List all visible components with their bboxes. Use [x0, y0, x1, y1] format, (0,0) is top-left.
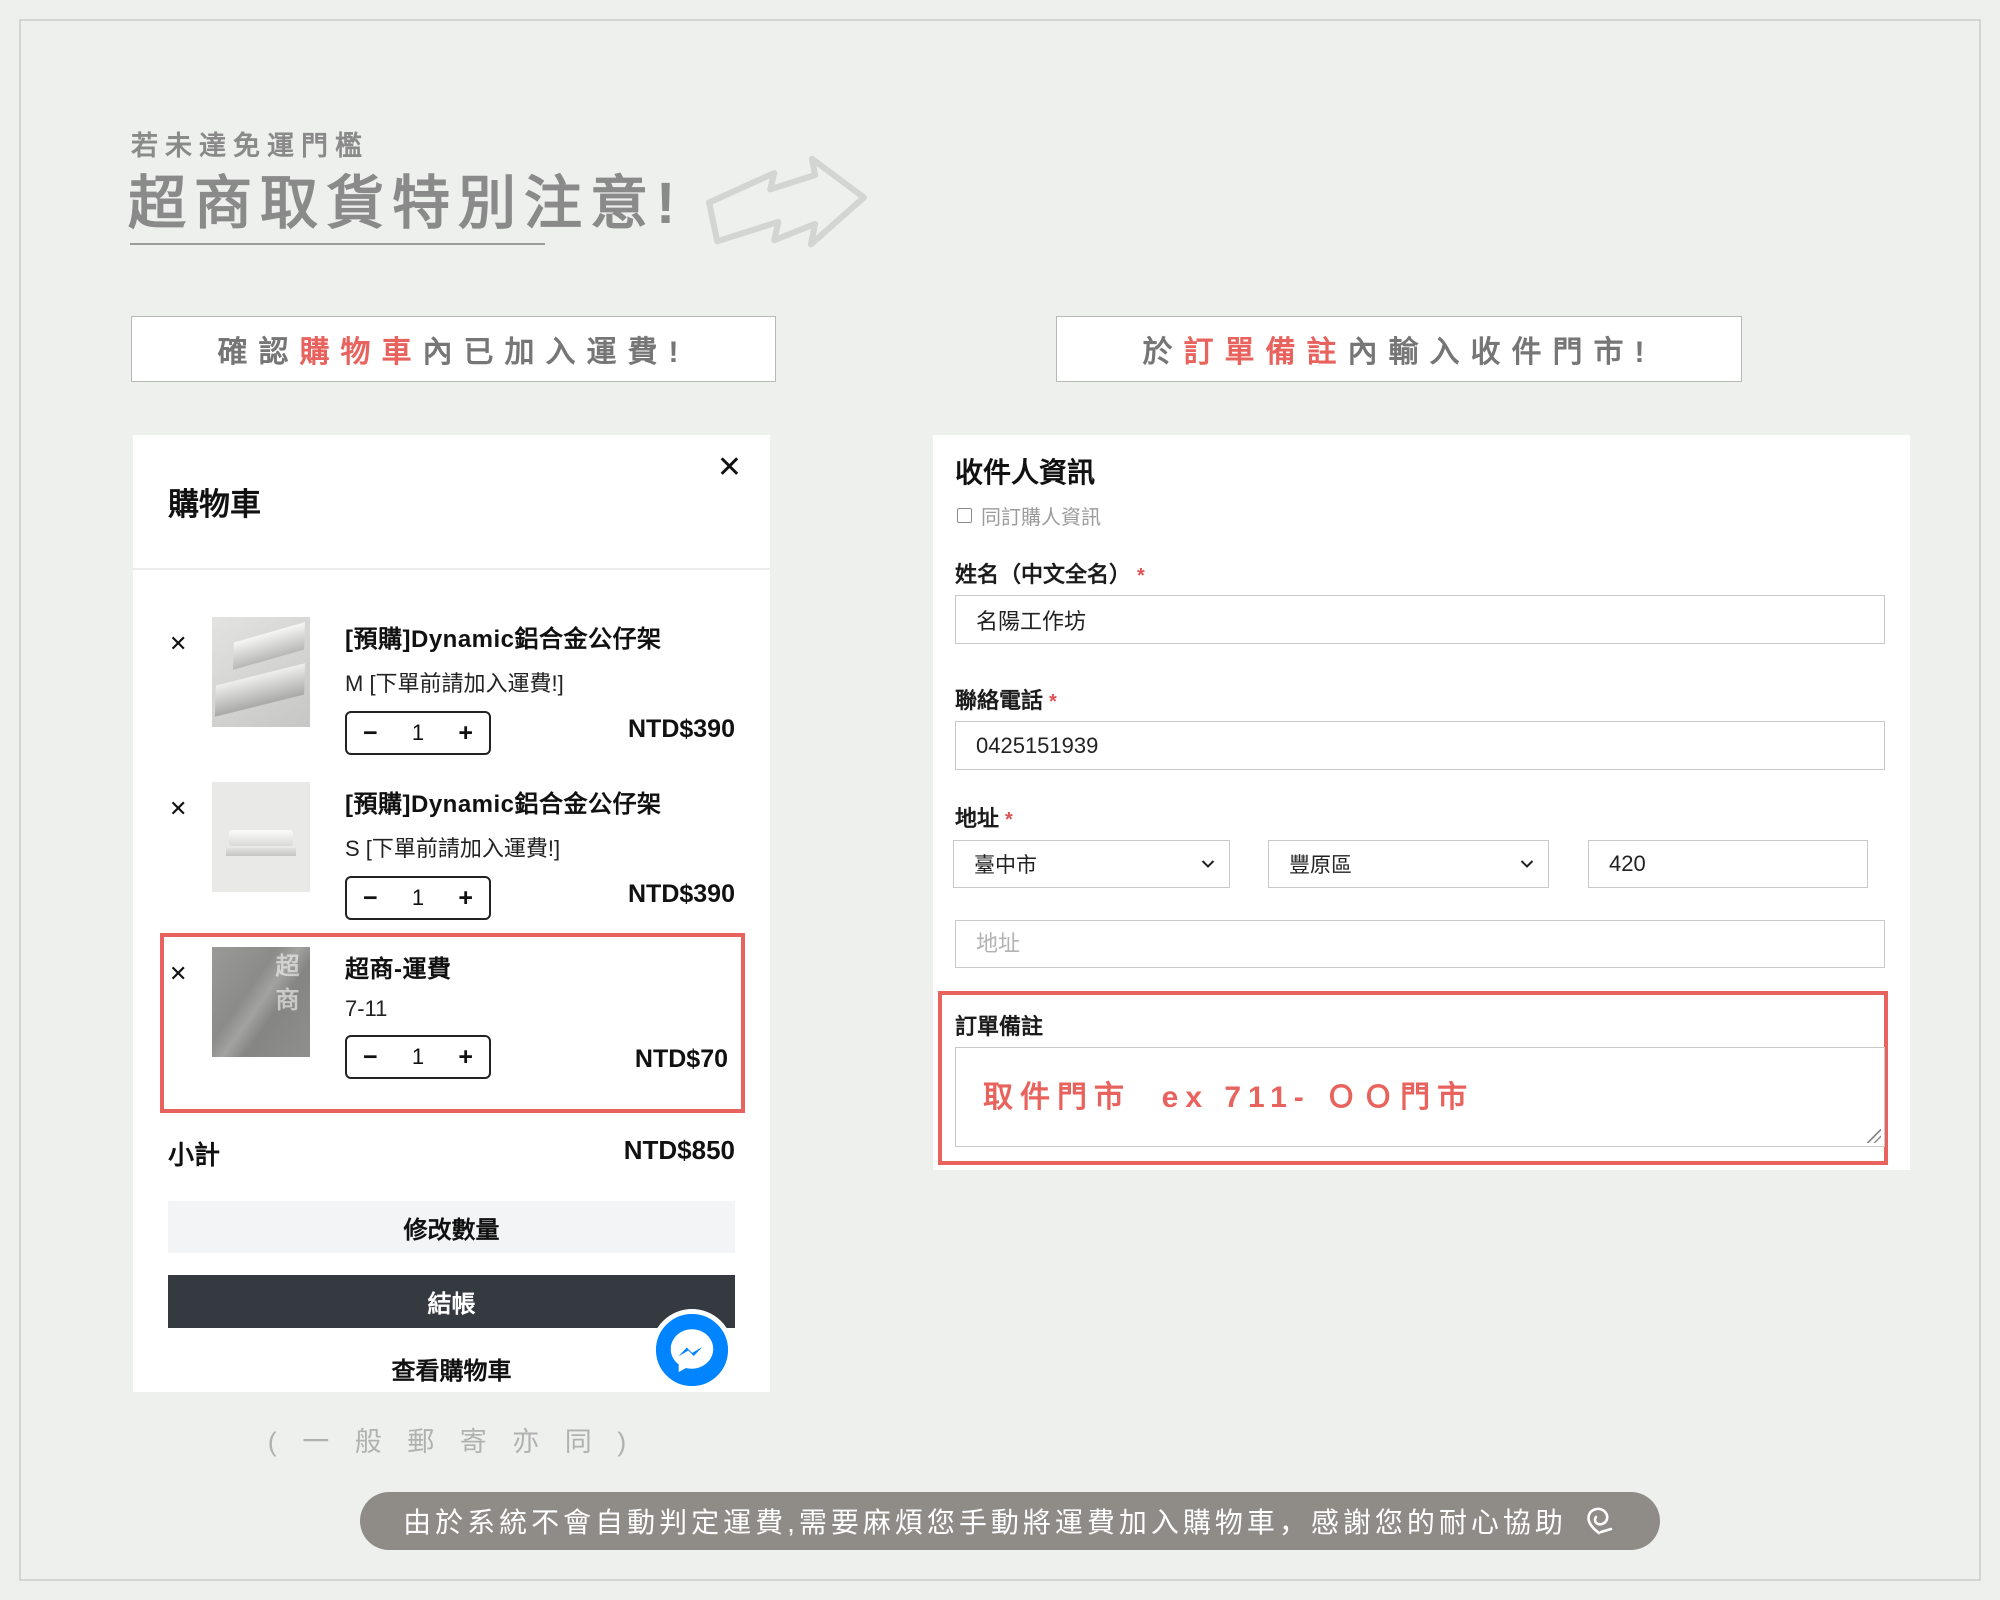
subtotal-row: 小計 NTD$850 — [168, 1135, 735, 1172]
same-as-buyer-checkbox[interactable] — [957, 508, 972, 523]
remove-item-icon[interactable]: ✕ — [169, 796, 187, 822]
callout-right-pre: 於 — [1143, 327, 1184, 371]
cart-item: ✕ [預購]Dynamic鋁合金公仔架 S [下單前請加入運費!] − 1 + … — [133, 782, 770, 942]
callout-left-post: 內已加入運費! — [423, 327, 690, 371]
recipient-form-panel: 收件人資訊 同訂購人資訊 姓名（中文全名）* 聯絡電話* 地址* 臺中市 豐原區… — [933, 435, 1910, 1170]
edit-quantity-button[interactable]: 修改數量 — [168, 1201, 735, 1253]
required-asterisk: * — [1137, 565, 1145, 587]
callout-right-post: 內輸入收件門市! — [1348, 327, 1656, 371]
item-price: NTD$70 — [635, 1045, 728, 1074]
messenger-icon[interactable] — [651, 1309, 733, 1391]
phone-field[interactable] — [955, 721, 1885, 770]
title-underline — [130, 243, 545, 245]
cart-item: ✕ [預購]Dynamic鋁合金公仔架 M [下單前請加入運費!] − 1 + … — [133, 617, 770, 777]
checkout-button[interactable]: 結帳 — [168, 1275, 735, 1328]
hand-drawn-arrow-icon — [703, 146, 871, 254]
callout-right-highlight: 訂單備註 — [1184, 327, 1348, 371]
street-address-field[interactable] — [955, 920, 1885, 968]
minus-icon[interactable]: − — [363, 886, 378, 911]
subtotal-value: NTD$850 — [624, 1135, 735, 1172]
footer-note-text: 由於系統不會自動判定運費,需要麻煩您手動將運費加入購物車，感謝您的耐心協助 — [403, 1501, 1567, 1541]
footer-note-pill: 由於系統不會自動判定運費,需要麻煩您手動將運費加入購物車，感謝您的耐心協助 — [360, 1492, 1660, 1550]
quantity-value: 1 — [412, 885, 424, 911]
callout-left-pre: 確認 — [218, 327, 300, 371]
cart-footnote: ( 一 般 郵 寄 亦 同 ) — [133, 1420, 770, 1459]
order-note-textarea[interactable]: 取件門市 ex 711- ＯＯ門市 — [955, 1047, 1885, 1147]
callout-cart-shipping: 確認 購物車 內已加入運費! — [131, 316, 776, 382]
divider — [133, 568, 770, 570]
page-title: 超商取貨特別注意! — [128, 156, 683, 240]
minus-icon[interactable]: − — [363, 1045, 378, 1070]
phone-label: 聯絡電話* — [955, 683, 1057, 715]
item-title: [預購]Dynamic鋁合金公仔架 — [345, 619, 725, 654]
remove-item-icon[interactable]: ✕ — [169, 961, 187, 987]
callout-left-highlight: 購物車 — [300, 327, 423, 371]
item-variant: S [下單前請加入運費!] — [345, 831, 725, 863]
name-label: 姓名（中文全名）* — [955, 557, 1145, 589]
same-as-buyer-label: 同訂購人資訊 — [981, 501, 1101, 530]
cart-item-shipping: ✕ 超商 超商-運費 7-11 − 1 + NTD$70 — [133, 947, 770, 1107]
quantity-stepper[interactable]: − 1 + — [345, 711, 491, 755]
item-price: NTD$390 — [628, 880, 735, 909]
required-asterisk: * — [1005, 809, 1013, 831]
plus-icon[interactable]: + — [458, 721, 473, 746]
scribble-icon — [1581, 1505, 1617, 1537]
district-select[interactable]: 豐原區 — [1268, 840, 1549, 888]
subtotal-label: 小計 — [168, 1135, 220, 1172]
callout-order-note: 於 訂單備註 內輸入收件門市! — [1056, 316, 1742, 382]
order-note-label: 訂單備註 — [955, 1009, 1043, 1041]
quantity-value: 1 — [412, 720, 424, 746]
chevron-down-icon — [1520, 860, 1534, 869]
city-select[interactable]: 臺中市 — [953, 840, 1230, 888]
same-as-buyer-row: 同訂購人資訊 — [957, 501, 1101, 530]
product-image-shelf-m — [212, 617, 310, 727]
zip-field[interactable] — [1588, 840, 1868, 888]
item-variant: M [下單前請加入運費!] — [345, 666, 725, 698]
plus-icon[interactable]: + — [458, 1045, 473, 1070]
item-title: [預購]Dynamic鋁合金公仔架 — [345, 784, 725, 819]
quantity-value: 1 — [412, 1044, 424, 1070]
shipping-image-watermark: 超商 — [267, 953, 302, 1021]
plus-icon[interactable]: + — [458, 886, 473, 911]
form-title: 收件人資訊 — [955, 451, 1095, 491]
minus-icon[interactable]: − — [363, 721, 378, 746]
chevron-down-icon — [1201, 860, 1215, 869]
quantity-stepper[interactable]: − 1 + — [345, 1035, 491, 1079]
item-variant: 7-11 — [345, 996, 725, 1022]
cart-title: 購物車 — [168, 479, 261, 524]
item-price: NTD$390 — [628, 715, 735, 744]
name-field[interactable] — [955, 595, 1885, 644]
item-title: 超商-運費 — [345, 949, 725, 984]
quantity-stepper[interactable]: − 1 + — [345, 876, 491, 920]
required-asterisk: * — [1049, 691, 1057, 713]
close-icon[interactable]: ✕ — [717, 453, 742, 483]
shipping-image: 超商 — [212, 947, 310, 1057]
cart-panel: ✕ 購物車 ✕ [預購]Dynamic鋁合金公仔架 M [下單前請加入運費!] … — [133, 435, 770, 1392]
product-image-shelf-s — [212, 782, 310, 892]
remove-item-icon[interactable]: ✕ — [169, 631, 187, 657]
address-label: 地址* — [955, 801, 1013, 833]
